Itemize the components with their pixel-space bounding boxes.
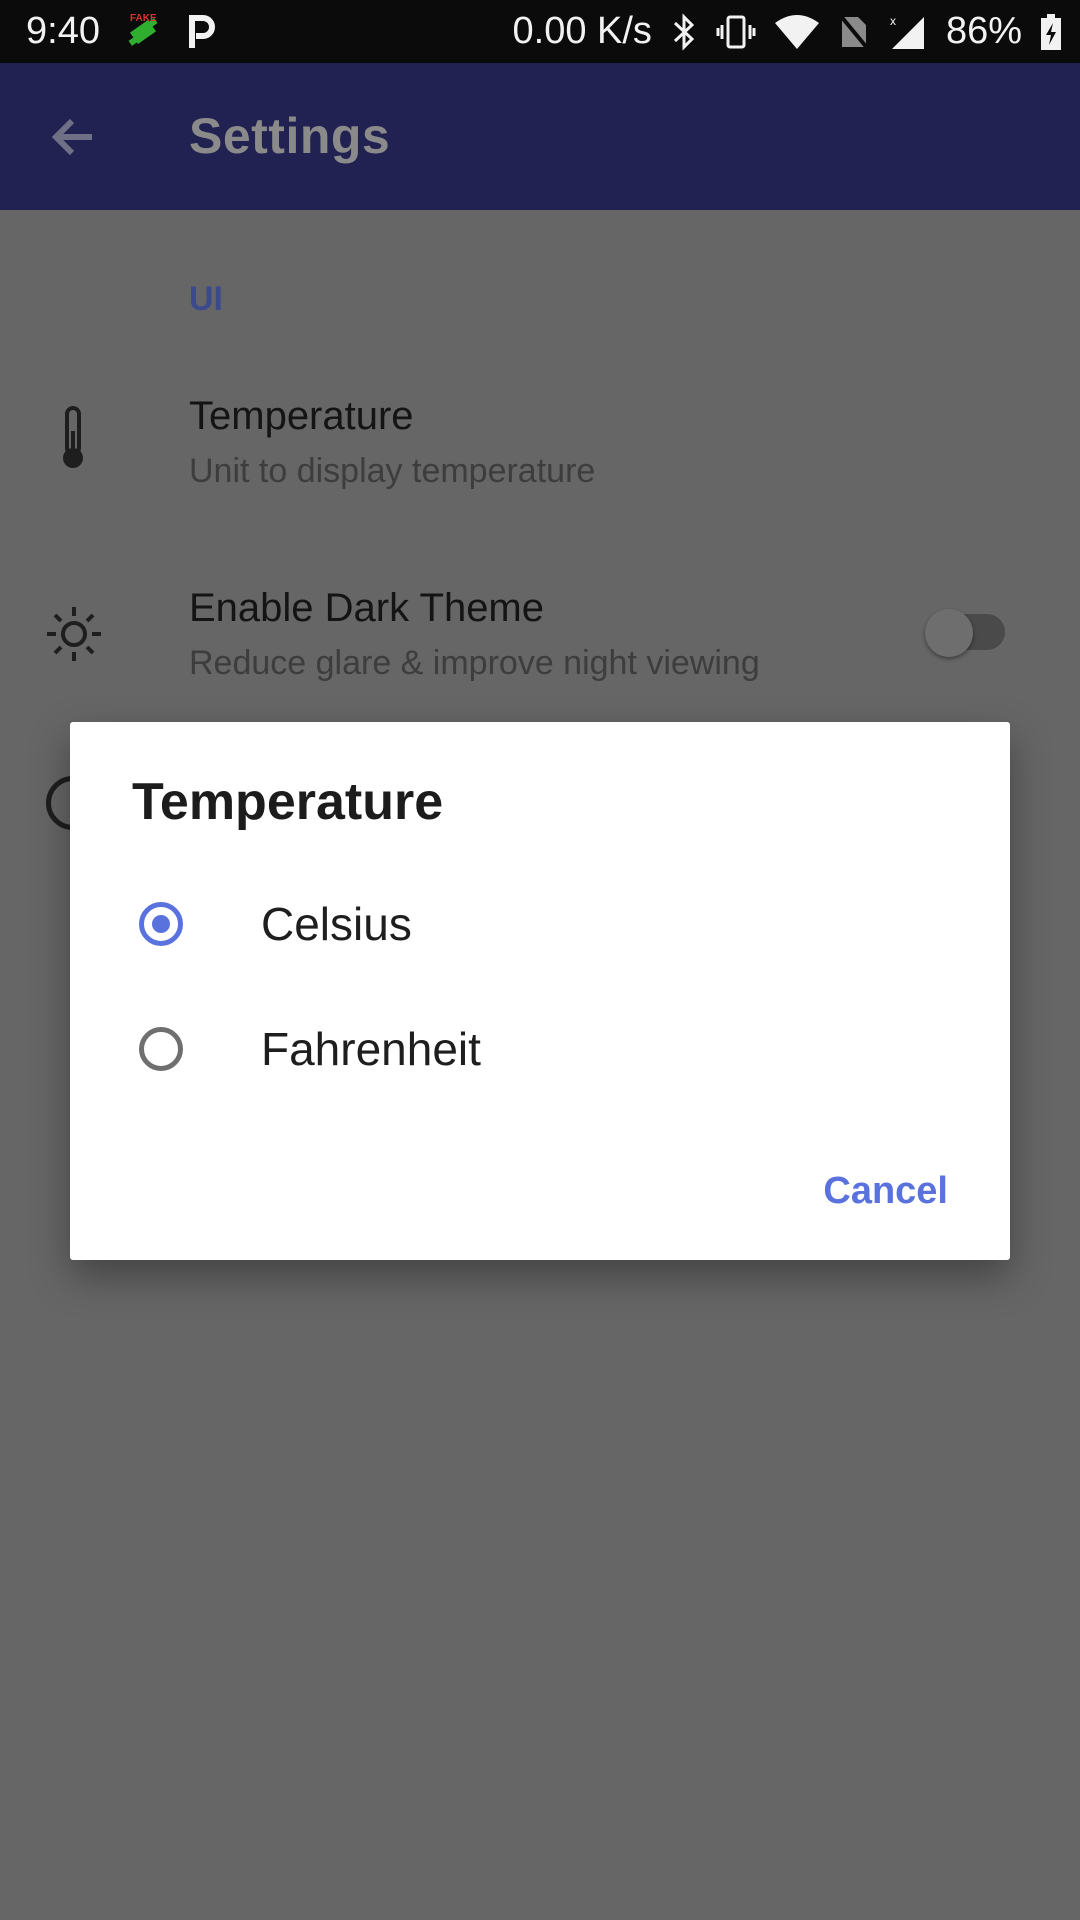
wifi-icon	[774, 13, 820, 51]
no-sim-icon	[838, 13, 870, 51]
fake-gps-icon: FAKE	[122, 11, 164, 53]
dark-theme-toggle-thumb[interactable]	[925, 609, 973, 657]
status-time: 9:40	[26, 10, 100, 52]
signal-icon: x	[888, 13, 928, 51]
temperature-pref-subtitle: Unit to display temperature	[189, 452, 596, 490]
thermometer-icon	[57, 405, 89, 476]
option-celsius[interactable]: Celsius	[70, 865, 1010, 985]
app-bar: Settings	[0, 63, 1080, 210]
radio-celsius[interactable]	[139, 902, 183, 946]
temperature-dialog: Temperature Celsius Fahrenheit Cancel	[70, 722, 1010, 1260]
option-fahrenheit[interactable]: Fahrenheit	[70, 990, 1010, 1110]
parking-p-icon	[186, 14, 216, 50]
status-bar: 9:40 FAKE 0.00 K/s x 86%	[0, 0, 1080, 63]
option-label-celsius: Celsius	[261, 898, 412, 950]
section-label-ui: UI	[189, 280, 223, 318]
dialog-title: Temperature	[132, 773, 444, 831]
net-speed: 0.00 K/s	[512, 10, 652, 52]
bluetooth-icon	[670, 12, 698, 51]
radio-fahrenheit[interactable]	[139, 1027, 183, 1071]
option-label-fahrenheit: Fahrenheit	[261, 1023, 481, 1075]
svg-text:FAKE: FAKE	[130, 13, 157, 24]
battery-charging-icon	[1040, 13, 1062, 51]
cancel-button[interactable]: Cancel	[823, 1162, 948, 1221]
battery-percent: 86%	[945, 10, 1022, 52]
svg-text:x: x	[890, 14, 896, 28]
page-title: Settings	[189, 108, 391, 164]
sun-icon	[44, 604, 104, 669]
vibrate-icon	[716, 13, 756, 51]
arrow-back-icon[interactable]	[44, 107, 104, 167]
temperature-pref-title[interactable]: Temperature	[189, 394, 414, 439]
dark-theme-pref-title[interactable]: Enable Dark Theme	[189, 586, 544, 631]
dark-theme-pref-subtitle: Reduce glare & improve night viewing	[189, 644, 760, 682]
